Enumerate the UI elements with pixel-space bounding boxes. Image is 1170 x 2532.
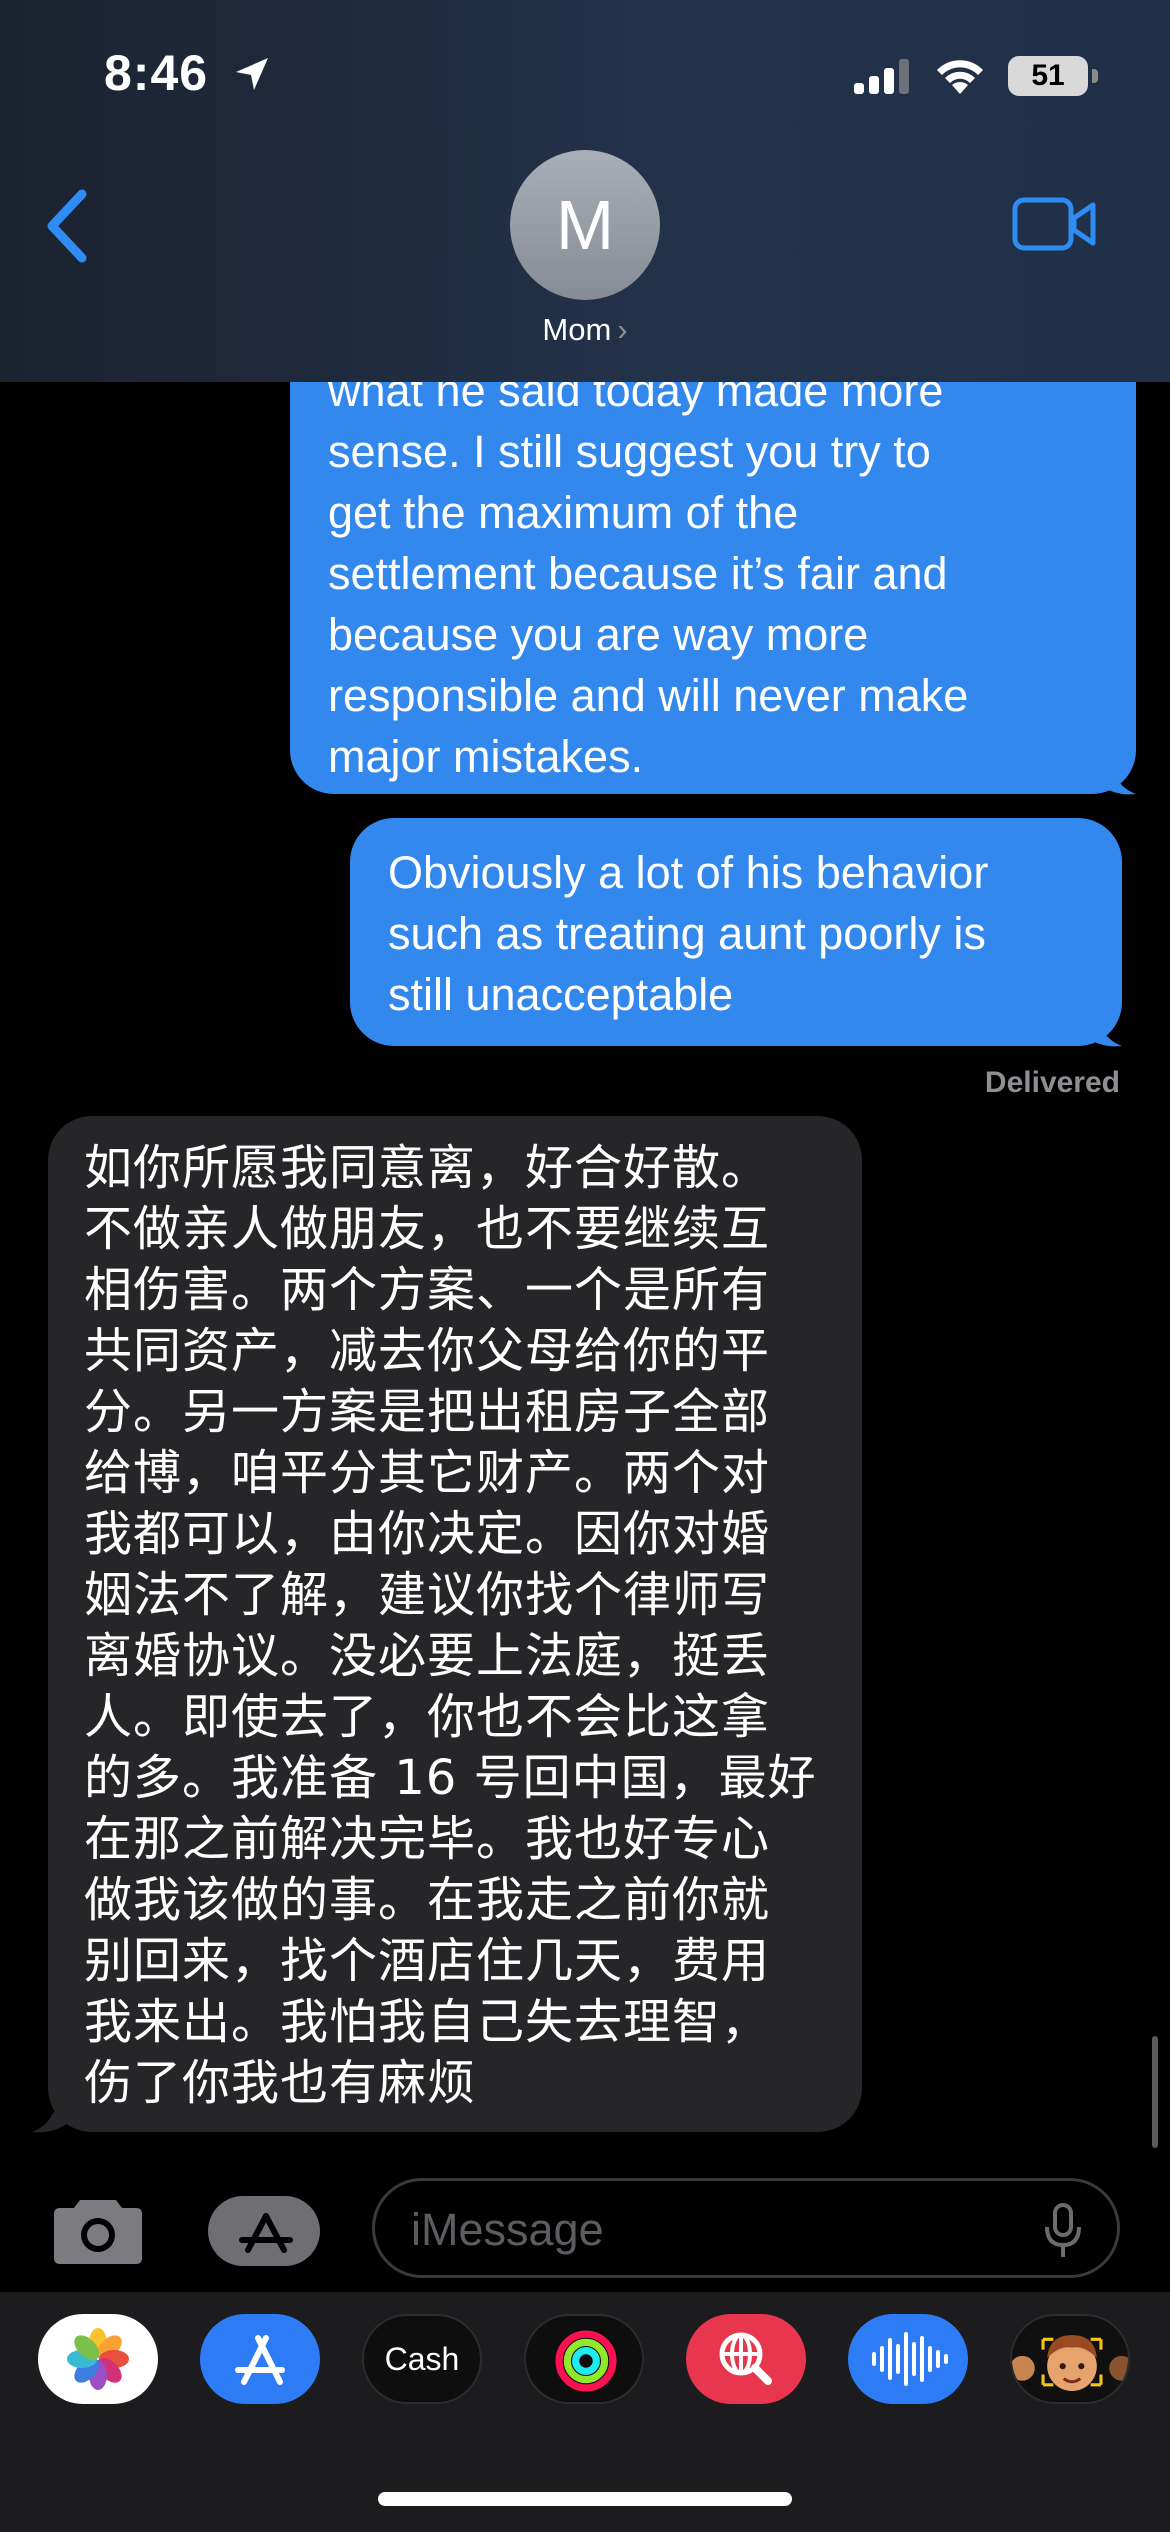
camera-icon[interactable] bbox=[50, 2192, 146, 2268]
status-time: 8:46 bbox=[104, 45, 209, 101]
message-text: 如你所愿我同意离，好合好散。 不做亲人做朋友，也不要继续互 相伤害。两个方案、一… bbox=[84, 1140, 817, 2111]
bubble-tail bbox=[1096, 752, 1136, 795]
activity-rings-icon bbox=[555, 2330, 617, 2392]
scroll-indicator[interactable] bbox=[1152, 2036, 1158, 2148]
delivered-status: Delivered bbox=[984, 1066, 1120, 1099]
wifi-icon bbox=[937, 60, 983, 94]
photos-app-button[interactable] bbox=[38, 2314, 158, 2404]
battery-indicator: 51 bbox=[1008, 56, 1098, 96]
home-indicator[interactable] bbox=[378, 2492, 792, 2506]
conversation-header: 8:46 51 M Mom › bbox=[0, 0, 1170, 382]
apple-cash-app-button[interactable]: Cash bbox=[362, 2314, 482, 2404]
app-store-icon bbox=[239, 2213, 293, 2253]
photos-icon bbox=[67, 2328, 129, 2390]
message-text: what he said today made more sense. I st… bbox=[328, 365, 969, 782]
microphone-icon[interactable] bbox=[1043, 2203, 1083, 2259]
app-store-button[interactable] bbox=[208, 2196, 320, 2266]
message-text: Obviously a lot of his behavior such as … bbox=[388, 847, 989, 1020]
video-camera-icon[interactable] bbox=[1012, 196, 1096, 252]
cellular-signal-icon bbox=[854, 59, 909, 94]
app-store-icon bbox=[235, 2335, 285, 2385]
activity-app-button[interactable] bbox=[524, 2314, 644, 2404]
battery-level: 51 bbox=[1008, 56, 1088, 96]
location-arrow-icon bbox=[236, 58, 268, 90]
contact-avatar[interactable]: M bbox=[510, 150, 660, 300]
bubble-tail bbox=[32, 2090, 72, 2133]
app-store-app-button[interactable] bbox=[200, 2314, 320, 2404]
image-search-app-button[interactable] bbox=[686, 2314, 806, 2404]
message-input-field[interactable] bbox=[372, 2178, 1120, 2278]
sent-message-bubble[interactable]: what he said today made more sense. I st… bbox=[290, 330, 1136, 794]
received-message-bubble[interactable]: 如你所愿我同意离，好合好散。 不做亲人做朋友，也不要继续互 相伤害。两个方案、一… bbox=[48, 1116, 862, 2132]
back-button[interactable] bbox=[40, 186, 100, 266]
audio-message-app-button[interactable] bbox=[848, 2314, 968, 2404]
waveform-icon bbox=[872, 2332, 948, 2386]
message-input[interactable] bbox=[409, 2201, 1033, 2259]
cash-label-text: Cash bbox=[384, 2341, 460, 2377]
battery-nub bbox=[1092, 69, 1098, 83]
contact-name: Mom bbox=[542, 312, 612, 347]
bubble-tail bbox=[1082, 1004, 1122, 1047]
chevron-right-icon: › bbox=[617, 312, 628, 347]
globe-search-icon bbox=[719, 2332, 772, 2385]
sent-message-bubble[interactable]: Obviously a lot of his behavior such as … bbox=[350, 818, 1122, 1046]
memoji-icon bbox=[1012, 2335, 1128, 2391]
contact-name-button[interactable]: Mom › bbox=[440, 312, 730, 348]
memoji-app-button[interactable] bbox=[1010, 2314, 1130, 2404]
cash-label: Cash bbox=[364, 2316, 480, 2402]
